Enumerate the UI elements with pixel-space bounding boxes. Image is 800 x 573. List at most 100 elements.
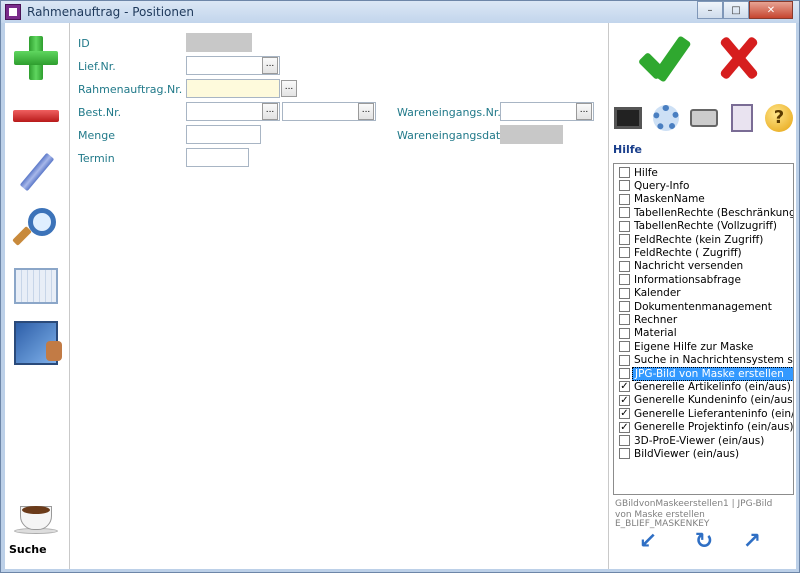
plus-icon	[14, 36, 58, 80]
document-search-button[interactable]	[727, 103, 757, 133]
confirm-button[interactable]	[639, 35, 689, 79]
table-icon	[14, 268, 58, 304]
suche-label: Suche	[9, 543, 47, 556]
help-list-item-label: Generelle Lieferanteninfo (ein/aus)	[634, 407, 793, 420]
help-list-item[interactable]: 3D-ProE-Viewer (ein/aus)	[614, 434, 793, 447]
touch-screen-button[interactable]	[11, 318, 62, 368]
item-checkbox[interactable]	[619, 220, 630, 232]
help-list-item-label: FeldRechte ( Zugriff)	[634, 246, 742, 259]
delete-button[interactable]	[11, 91, 61, 141]
help-button[interactable]: ?	[764, 103, 794, 133]
rahmenauftrag-nr-lookup-button[interactable]: ...	[281, 80, 297, 97]
help-list-item[interactable]: Rechner	[614, 313, 793, 326]
lief-nr-lookup-button[interactable]: ...	[262, 57, 278, 74]
title-bar[interactable]: Rahmenauftrag - Positionen – □ ✕	[1, 1, 799, 23]
help-list-item[interactable]: FeldRechte ( Zugriff)	[614, 246, 793, 259]
help-list-item[interactable]: MaskenName	[614, 193, 793, 206]
item-checkbox[interactable]	[619, 193, 630, 205]
item-checkbox[interactable]	[619, 207, 630, 219]
table-view-button[interactable]	[11, 261, 61, 311]
item-checkbox[interactable]: ✓	[619, 381, 630, 393]
cancel-button[interactable]	[714, 35, 762, 79]
termin-label: Termin	[78, 152, 115, 165]
item-checkbox[interactable]	[619, 354, 630, 366]
print-button[interactable]	[689, 103, 719, 133]
item-checkbox[interactable]	[619, 301, 630, 312]
help-checklist[interactable]: Hilfe Query-Info MaskenName TabellenRechte …	[613, 163, 794, 495]
search-button[interactable]	[11, 203, 61, 253]
item-checkbox[interactable]	[619, 287, 630, 299]
help-list-item[interactable]: Informationsabfrage	[614, 273, 793, 286]
help-list-item-label: Dokumentenmanagement	[634, 300, 772, 313]
gear-icon	[653, 105, 679, 131]
coffee-cup-icon	[14, 500, 58, 536]
item-checkbox[interactable]	[619, 314, 630, 326]
arrow-up-right-button[interactable]: ↗	[739, 528, 765, 554]
help-list-item[interactable]: ✓ Generelle Lieferanteninfo (ein/aus)	[614, 407, 793, 420]
best-nr-lookup-button[interactable]: ...	[262, 103, 278, 120]
minimize-button[interactable]: –	[697, 1, 723, 19]
help-list-item[interactable]: Kalender	[614, 287, 793, 300]
magnifier-icon	[12, 206, 58, 250]
menge-field[interactable]	[186, 125, 261, 144]
arrow-down-left-button[interactable]: ↙	[635, 528, 661, 554]
edit-button[interactable]	[11, 148, 61, 198]
help-list-item[interactable]: JPG-Bild von Maske erstellen	[614, 366, 793, 381]
rahmenauftrag-nr-field[interactable]	[186, 79, 280, 98]
help-list-item[interactable]: Eigene Hilfe zur Maske	[614, 340, 793, 353]
maximize-button[interactable]: □	[723, 1, 749, 19]
help-list-item[interactable]: ✓ Generelle Kundeninfo (ein/aus)	[614, 394, 794, 407]
coffee-button[interactable]	[11, 493, 61, 543]
best-nr-position-lookup-button[interactable]: ...	[358, 103, 374, 120]
item-checkbox[interactable]	[619, 341, 630, 353]
help-list-item-label: TabellenRechte (Vollzugriff)	[634, 220, 777, 233]
settings-button[interactable]	[651, 103, 681, 133]
termin-field[interactable]	[186, 148, 249, 167]
item-checkbox[interactable]	[619, 260, 630, 272]
item-checkbox[interactable]	[619, 167, 630, 178]
item-checkbox[interactable]	[619, 448, 630, 460]
app-icon	[5, 4, 21, 20]
help-list-item[interactable]: Dokumentenmanagement	[614, 300, 793, 313]
help-list-item[interactable]: Material	[614, 327, 793, 340]
item-checkbox[interactable]: ✓	[619, 394, 630, 406]
help-list-item-label: Eigene Hilfe zur Maske	[634, 340, 754, 353]
refresh-button[interactable]: ↻	[691, 528, 717, 554]
help-list-item-label: Generelle Artikelinfo (ein/aus)	[634, 380, 791, 393]
item-checkbox[interactable]	[619, 327, 630, 339]
wareneingangs-nr-label: Wareneingangs.Nr.	[397, 106, 501, 119]
item-checkbox[interactable]	[619, 274, 630, 286]
close-button[interactable]: ✕	[749, 1, 793, 19]
help-list-item[interactable]: BildViewer (ein/aus)	[614, 447, 793, 460]
arrow-down-left-icon: ↙	[638, 528, 658, 554]
item-checkbox[interactable]	[619, 435, 630, 446]
item-checkbox[interactable]	[619, 180, 630, 192]
help-list-item[interactable]: ✓ Generelle Projektinfo (ein/aus)	[614, 421, 793, 434]
help-list-item[interactable]: Nachricht versenden	[614, 260, 793, 273]
add-button[interactable]	[11, 33, 61, 83]
printer-icon	[690, 109, 718, 127]
help-list-item[interactable]: ✓ Generelle Artikelinfo (ein/aus)	[614, 380, 793, 393]
help-list-item-label: TabellenRechte (Beschränkung)	[634, 206, 794, 219]
help-list-item[interactable]: FeldRechte (kein Zugriff)	[614, 233, 793, 246]
help-list-item[interactable]: Suche in Nachrichtensystem speicl	[614, 354, 793, 367]
wareneingangs-nr-lookup-button[interactable]: ...	[576, 103, 592, 120]
help-list-item-label: Generelle Kundeninfo (ein/aus)	[634, 394, 794, 407]
app-window: Rahmenauftrag - Positionen – □ ✕ Suche I…	[0, 0, 800, 573]
help-list-item[interactable]: TabellenRechte (Beschränkung)	[614, 206, 794, 219]
help-list-item-label: Nachricht versenden	[634, 260, 744, 273]
item-checkbox[interactable]: ✓	[619, 408, 630, 420]
help-list-item[interactable]: TabellenRechte (Vollzugriff)	[614, 220, 793, 233]
minus-icon	[13, 110, 59, 122]
item-checkbox[interactable]	[619, 247, 630, 259]
help-list-item[interactable]: Query-Info	[614, 179, 793, 192]
item-checkbox[interactable]	[619, 368, 630, 379]
item-checkbox[interactable]	[619, 234, 630, 245]
monitor-button[interactable]	[613, 103, 643, 133]
help-list-item[interactable]: Hilfe	[614, 166, 793, 179]
item-checkbox[interactable]: ✓	[619, 421, 630, 433]
arrow-up-right-icon: ↗	[742, 528, 762, 554]
footer-info: GBildvonMaskeerstellen1 | JPG-Bild von M…	[615, 499, 773, 520]
hilfe-title: Hilfe	[613, 143, 642, 156]
help-list-item-label: Query-Info	[634, 179, 690, 192]
